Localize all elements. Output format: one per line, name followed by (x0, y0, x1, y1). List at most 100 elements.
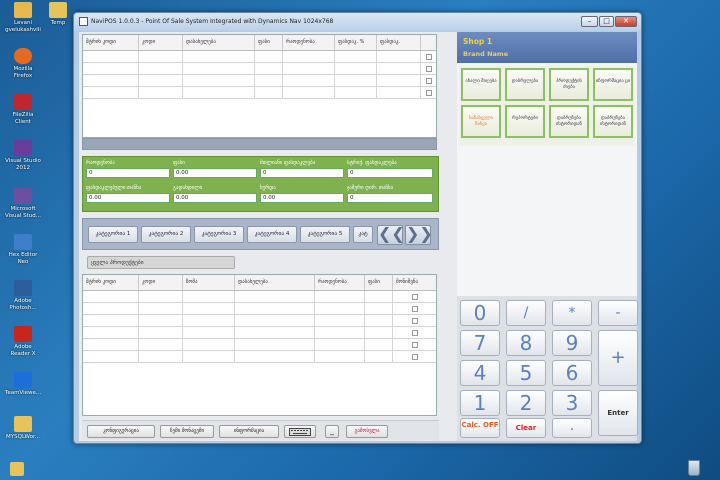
desktop-icon-firefox[interactable]: Mozilla Firefox (0, 48, 46, 79)
new-receipt-button[interactable]: ახალი მიღება (461, 68, 501, 101)
table-row[interactable] (83, 327, 436, 339)
table-row[interactable] (83, 75, 436, 87)
column-header[interactable]: კოდი (139, 35, 183, 50)
table-row[interactable] (83, 351, 436, 363)
desktop-icon-adobe-reader[interactable]: Adobe Reader X (0, 326, 46, 357)
category-prev-button[interactable]: ❮❮ (377, 225, 405, 245)
change-field[interactable]: 0.00 (260, 193, 344, 203)
desktop-icon-mysql[interactable]: MYSQLWor... (0, 416, 46, 441)
info-button[interactable]: ინფორმაცია (219, 425, 279, 438)
row-checkbox[interactable] (425, 90, 432, 96)
key-5[interactable]: 5 (506, 360, 546, 386)
minimize-button[interactable]: – (581, 16, 598, 27)
desktop-icon-photoshop[interactable]: Adobe Photosh... (0, 280, 46, 311)
discount-amount-field[interactable]: 0.00 (86, 193, 170, 203)
paid-field[interactable]: 0.00 (173, 193, 257, 203)
table-row[interactable] (83, 291, 436, 303)
desktop-icon-ms-visual-studio[interactable]: Microsoft Visual Stud... (0, 188, 46, 219)
my-data-button[interactable]: ჩემი მონაცემი (160, 425, 214, 438)
key-2[interactable]: 2 (506, 390, 546, 416)
category-button-2[interactable]: კატეგორია 2 (141, 226, 191, 243)
enter-key[interactable]: Enter (598, 390, 638, 436)
row-checkbox[interactable] (411, 330, 418, 336)
category-button-3[interactable]: კატეგორია 3 (194, 226, 244, 243)
maximize-button[interactable]: □ (599, 16, 614, 27)
key-4[interactable]: 4 (460, 360, 500, 386)
column-header[interactable]: შტრიხ კოდი (83, 35, 139, 50)
category-next-button[interactable]: ❯❯ (405, 225, 433, 245)
key-divide[interactable]: / (506, 300, 546, 326)
desktop-icon-temp[interactable]: Temp (44, 2, 72, 27)
column-header[interactable]: დასახელება (183, 35, 255, 50)
desktop-icon-hex-editor[interactable]: Hex Editor Neo (0, 234, 46, 265)
minimize-app-button[interactable]: _ (325, 425, 339, 438)
key-minus[interactable]: - (598, 300, 638, 326)
desktop-icon-visual-studio[interactable]: Visual Studio 2012 (0, 140, 46, 171)
folder-icon[interactable] (10, 462, 24, 476)
close-button[interactable]: ✕ (615, 16, 637, 27)
calc-off-key[interactable]: Calc. OFF (460, 418, 500, 438)
desktop-icon-filezilla[interactable]: FileZilla Client (0, 94, 46, 125)
table-row[interactable] (83, 51, 436, 63)
key-dot[interactable]: . (552, 418, 592, 438)
row-checkbox[interactable] (425, 54, 432, 60)
key-1[interactable]: 1 (460, 390, 500, 416)
key-multiply[interactable]: * (552, 300, 592, 326)
category-button-5[interactable]: კატეგორია 5 (300, 226, 350, 243)
column-header[interactable]: ფასი (365, 275, 393, 290)
column-header[interactable]: ფასი (255, 35, 283, 50)
exit-button[interactable]: გამოსვლა (346, 425, 388, 438)
table-row[interactable] (83, 87, 436, 99)
row-checkbox[interactable] (425, 66, 432, 72)
category-button-1[interactable]: კატეგორია 1 (88, 226, 138, 243)
key-0[interactable]: 0 (460, 300, 500, 326)
table-row[interactable] (83, 315, 436, 327)
total-discount-field[interactable]: 0 (260, 168, 344, 178)
column-header[interactable]: რაოდენობა (283, 35, 335, 50)
recycle-bin-icon[interactable] (688, 460, 700, 476)
clear-key[interactable]: Clear (506, 418, 546, 438)
view-button[interactable]: სანახველი ნახვა (461, 105, 501, 138)
row-checkbox[interactable] (425, 78, 432, 84)
sales-lines-table[interactable]: შტრიხ კოდი კოდი დასახელება ფასი რაოდენობ… (82, 34, 437, 138)
table-row[interactable] (83, 339, 436, 351)
keyboard-button[interactable] (284, 425, 316, 438)
quantity-field[interactable]: 0 (86, 168, 170, 178)
total-field[interactable]: 0 (347, 193, 433, 203)
config-button[interactable]: კონფიგურაცია (87, 425, 155, 438)
row-checkbox[interactable] (411, 342, 418, 348)
price-field[interactable]: 0.00 (173, 168, 257, 178)
key-7[interactable]: 7 (460, 330, 500, 356)
column-header[interactable]: შტრიხ კოდი (83, 275, 139, 290)
category-button-4[interactable]: კატეგორია 4 (247, 226, 297, 243)
key-3[interactable]: 3 (552, 390, 592, 416)
row-checkbox[interactable] (411, 306, 418, 312)
column-header[interactable]: კოდი (139, 275, 183, 290)
row-checkbox[interactable] (411, 318, 418, 324)
return-history-button[interactable]: დაბრუნება ისტორიდან (549, 105, 589, 138)
information-button[interactable]: ინფორმაცია ცი (593, 68, 633, 101)
row-checkbox[interactable] (411, 294, 418, 300)
all-products-tab[interactable]: ყველა პროდუქტები (87, 256, 235, 269)
line-discount-field[interactable]: 0 (347, 168, 433, 178)
table-row[interactable] (83, 303, 436, 315)
row-checkbox[interactable] (411, 354, 418, 360)
desktop-icon-teamviewer[interactable]: TeamViewe... (0, 372, 46, 397)
title-bar[interactable]: NaviPOS 1.0.0.3 - Point Of Sale System I… (74, 13, 641, 31)
key-plus[interactable]: + (598, 330, 638, 386)
table-row[interactable] (83, 63, 436, 75)
column-header[interactable]: მონიშვნა (393, 275, 436, 290)
desktop-icon-levani[interactable]: Levani gvelukashvili (0, 2, 46, 33)
reports-button[interactable]: რეპორტები (505, 105, 545, 138)
complete-button[interactable]: დასრულება (505, 68, 545, 101)
key-9[interactable]: 9 (552, 330, 592, 356)
column-header[interactable]: რაოდენობა (315, 275, 365, 290)
return-history-button-2[interactable]: დაბრუნება ისტორიდან (593, 105, 633, 138)
column-header[interactable]: ფასდაკ. % (335, 35, 377, 50)
product-search-button[interactable]: პროდუქტის ძიება (549, 68, 589, 101)
category-button-6[interactable]: კატ (353, 226, 373, 243)
column-header[interactable]: ფასდაკ. (377, 35, 421, 50)
key-6[interactable]: 6 (552, 360, 592, 386)
column-header[interactable]: დასახელება (235, 275, 315, 290)
products-table[interactable]: შტრიხ კოდი კოდი ზომა დასახელება რაოდენობ… (82, 274, 437, 416)
